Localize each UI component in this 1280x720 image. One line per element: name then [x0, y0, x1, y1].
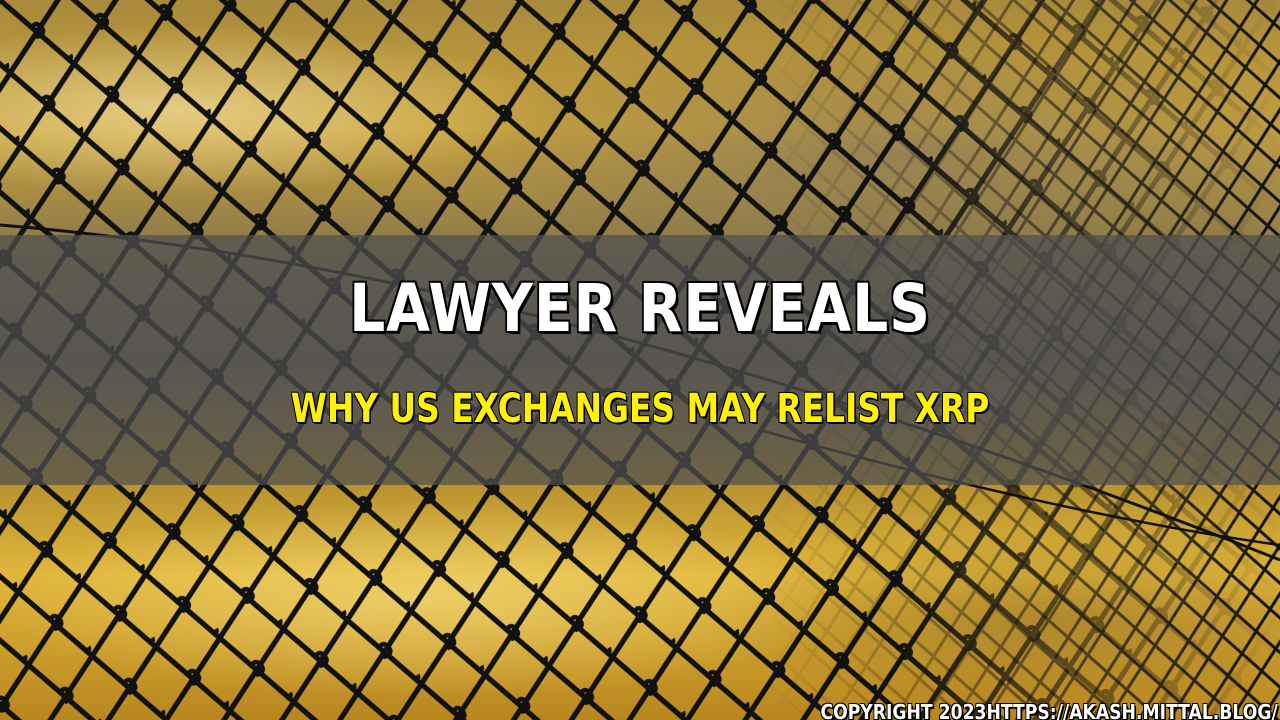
copyright-notice: COPYRIGHT 2023HTTPS://AKASH.MITTAL.BLOG/ [820, 700, 1278, 720]
headline-text: LAWYER REVEALS [349, 270, 931, 347]
thumbnail-canvas: LAWYER REVEALS WHY US EXCHANGES MAY RELI… [0, 0, 1280, 720]
subheadline-text: WHY US EXCHANGES MAY RELIST XRP [290, 386, 990, 432]
